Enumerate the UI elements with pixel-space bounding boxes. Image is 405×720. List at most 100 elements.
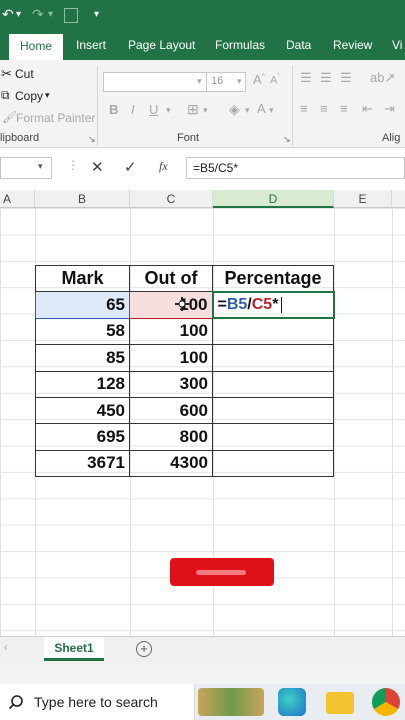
column-header-d[interactable]: D bbox=[213, 190, 334, 208]
header-mark[interactable]: Mark bbox=[35, 264, 130, 293]
cell-d5-editing[interactable]: =B5/C5* bbox=[211, 290, 335, 320]
borders-dropdown-icon[interactable]: ▾ bbox=[203, 105, 208, 116]
tab-review[interactable]: Review bbox=[333, 38, 372, 52]
cell-out-of[interactable]: 800 bbox=[129, 423, 213, 451]
desktop-illustration-icon[interactable] bbox=[198, 688, 264, 716]
tab-view[interactable]: Vi bbox=[392, 38, 402, 52]
tab-page-layout[interactable]: Page Layout bbox=[128, 38, 195, 52]
cell-mark[interactable]: 450 bbox=[35, 396, 130, 425]
taskbar-search-box[interactable]: Type here to search bbox=[0, 684, 264, 720]
mouse-cursor-icon bbox=[175, 297, 189, 311]
column-header-c[interactable]: C bbox=[130, 190, 213, 208]
table-row: 58 100 bbox=[35, 317, 334, 346]
cut-button[interactable]: Cut bbox=[15, 67, 34, 81]
cell-mark[interactable]: 128 bbox=[35, 370, 130, 398]
borders-icon[interactable]: ⊞ bbox=[187, 101, 199, 118]
font-name-dropdown-icon[interactable]: ▾ bbox=[197, 76, 202, 87]
font-launcher-icon[interactable]: ↘ bbox=[283, 134, 291, 145]
cell-out-of[interactable]: 100 bbox=[129, 317, 213, 346]
format-painter-button[interactable]: Format Painter bbox=[16, 111, 95, 125]
fill-color-icon[interactable]: ◈ bbox=[229, 101, 240, 118]
cut-icon[interactable]: ✂ bbox=[1, 66, 12, 82]
cell-percentage[interactable] bbox=[212, 344, 334, 372]
header-out-of[interactable]: Out of bbox=[129, 264, 213, 293]
column-header-f[interactable] bbox=[392, 190, 405, 208]
increase-font-icon[interactable]: A^ bbox=[253, 72, 265, 87]
fill-color-dropdown-icon[interactable]: ▾ bbox=[245, 105, 250, 116]
cell-out-of[interactable]: 100 bbox=[129, 344, 213, 372]
align-top-icon[interactable]: ☰ bbox=[300, 70, 312, 86]
table-row: 450 600 bbox=[35, 396, 334, 425]
tab-formulas[interactable]: Formulas bbox=[215, 38, 265, 52]
tab-home[interactable]: Home bbox=[9, 34, 64, 60]
bold-button[interactable]: B bbox=[109, 102, 118, 117]
column-header-a[interactable]: A bbox=[0, 190, 35, 208]
copy-button[interactable]: Copy bbox=[15, 89, 43, 103]
clipboard-launcher-icon[interactable]: ↘ bbox=[88, 134, 96, 145]
insert-function-icon[interactable]: fx bbox=[159, 159, 168, 174]
undo-icon[interactable]: ↶ bbox=[2, 6, 14, 23]
undo-dropdown-icon[interactable]: ▾ bbox=[16, 9, 21, 20]
sheet-tab-sheet1[interactable]: Sheet1 bbox=[44, 637, 104, 661]
red-highlight-button[interactable] bbox=[170, 558, 274, 586]
tab-data[interactable]: Data bbox=[286, 38, 311, 52]
print-preview-icon[interactable] bbox=[64, 8, 78, 23]
decrease-indent-icon[interactable]: ⇤ bbox=[362, 101, 373, 117]
cell-percentage[interactable] bbox=[212, 396, 334, 425]
decrease-font-icon[interactable]: Aˇ bbox=[270, 74, 280, 87]
table-row: 85 100 bbox=[35, 344, 334, 372]
enter-icon[interactable]: ✓ bbox=[124, 158, 137, 176]
font-color-icon[interactable]: A bbox=[257, 101, 266, 116]
font-color-dropdown-icon[interactable]: ▾ bbox=[269, 105, 274, 116]
tab-insert[interactable]: Insert bbox=[76, 38, 106, 52]
cell-mark[interactable]: 3671 bbox=[35, 449, 130, 478]
underline-button[interactable]: U bbox=[149, 102, 158, 117]
file-explorer-icon[interactable] bbox=[326, 692, 354, 714]
align-center-icon[interactable]: ≡ bbox=[320, 101, 328, 116]
cell-out-of[interactable]: 600 bbox=[129, 396, 213, 425]
cell-percentage[interactable] bbox=[212, 423, 334, 451]
format-painter-icon[interactable]: 🖌 bbox=[2, 110, 17, 124]
cell-out-of[interactable]: 4300 bbox=[129, 449, 213, 478]
copy-dropdown-icon[interactable]: ▾ bbox=[45, 90, 50, 101]
italic-button[interactable]: I bbox=[131, 102, 135, 117]
align-left-icon[interactable]: ≡ bbox=[300, 101, 308, 116]
customize-quick-access-icon[interactable]: ▾ bbox=[94, 9, 99, 20]
copy-icon[interactable]: ⧉ bbox=[1, 88, 10, 103]
scroll-left-icon[interactable]: ‹ bbox=[4, 642, 7, 653]
cell-percentage[interactable] bbox=[212, 370, 334, 398]
cell-c5[interactable]: 100 bbox=[129, 291, 213, 319]
formula-input[interactable]: =B5/C5* bbox=[186, 157, 405, 179]
font-size-dropdown-icon[interactable]: ▾ bbox=[237, 76, 242, 87]
cell-mark[interactable]: 58 bbox=[35, 317, 130, 346]
font-name-input[interactable] bbox=[103, 72, 207, 92]
name-box[interactable] bbox=[0, 157, 52, 179]
cell-b5[interactable]: 65 bbox=[35, 291, 130, 319]
cancel-icon[interactable]: ✕ bbox=[91, 158, 104, 176]
formula-bar-grip-icon[interactable]: ⋮ bbox=[67, 158, 79, 172]
table-row: 128 300 bbox=[35, 370, 334, 398]
align-bottom-icon[interactable]: ☰ bbox=[340, 70, 352, 86]
cell-mark[interactable]: 85 bbox=[35, 344, 130, 372]
column-header-b[interactable]: B bbox=[35, 190, 130, 208]
cell-percentage[interactable] bbox=[212, 317, 334, 346]
increase-indent-icon[interactable]: ⇥ bbox=[384, 101, 395, 117]
align-right-icon[interactable]: ≡ bbox=[340, 101, 348, 116]
cell-mark[interactable]: 695 bbox=[35, 423, 130, 451]
chrome-icon[interactable] bbox=[372, 688, 400, 716]
alignment-group-label: Alig bbox=[382, 132, 401, 144]
underline-dropdown-icon[interactable]: ▾ bbox=[166, 105, 171, 116]
align-middle-icon[interactable]: ☰ bbox=[320, 70, 332, 86]
column-header-e[interactable]: E bbox=[334, 190, 392, 208]
ribbon-tabs: Home Insert Page Layout Formulas Data Re… bbox=[0, 32, 405, 60]
cell-out-of[interactable]: 300 bbox=[129, 370, 213, 398]
name-box-dropdown-icon[interactable]: ▾ bbox=[38, 161, 43, 172]
edge-browser-icon[interactable] bbox=[278, 688, 306, 716]
add-sheet-button[interactable]: + bbox=[136, 641, 152, 657]
cell-percentage[interactable] bbox=[212, 449, 334, 478]
redo-icon[interactable]: ↷ bbox=[32, 6, 44, 23]
search-placeholder: Type here to search bbox=[34, 694, 158, 710]
orientation-icon[interactable]: ab↗ bbox=[370, 70, 395, 86]
header-percentage[interactable]: Percentage bbox=[212, 264, 334, 293]
redo-dropdown-icon[interactable]: ▾ bbox=[48, 9, 53, 20]
